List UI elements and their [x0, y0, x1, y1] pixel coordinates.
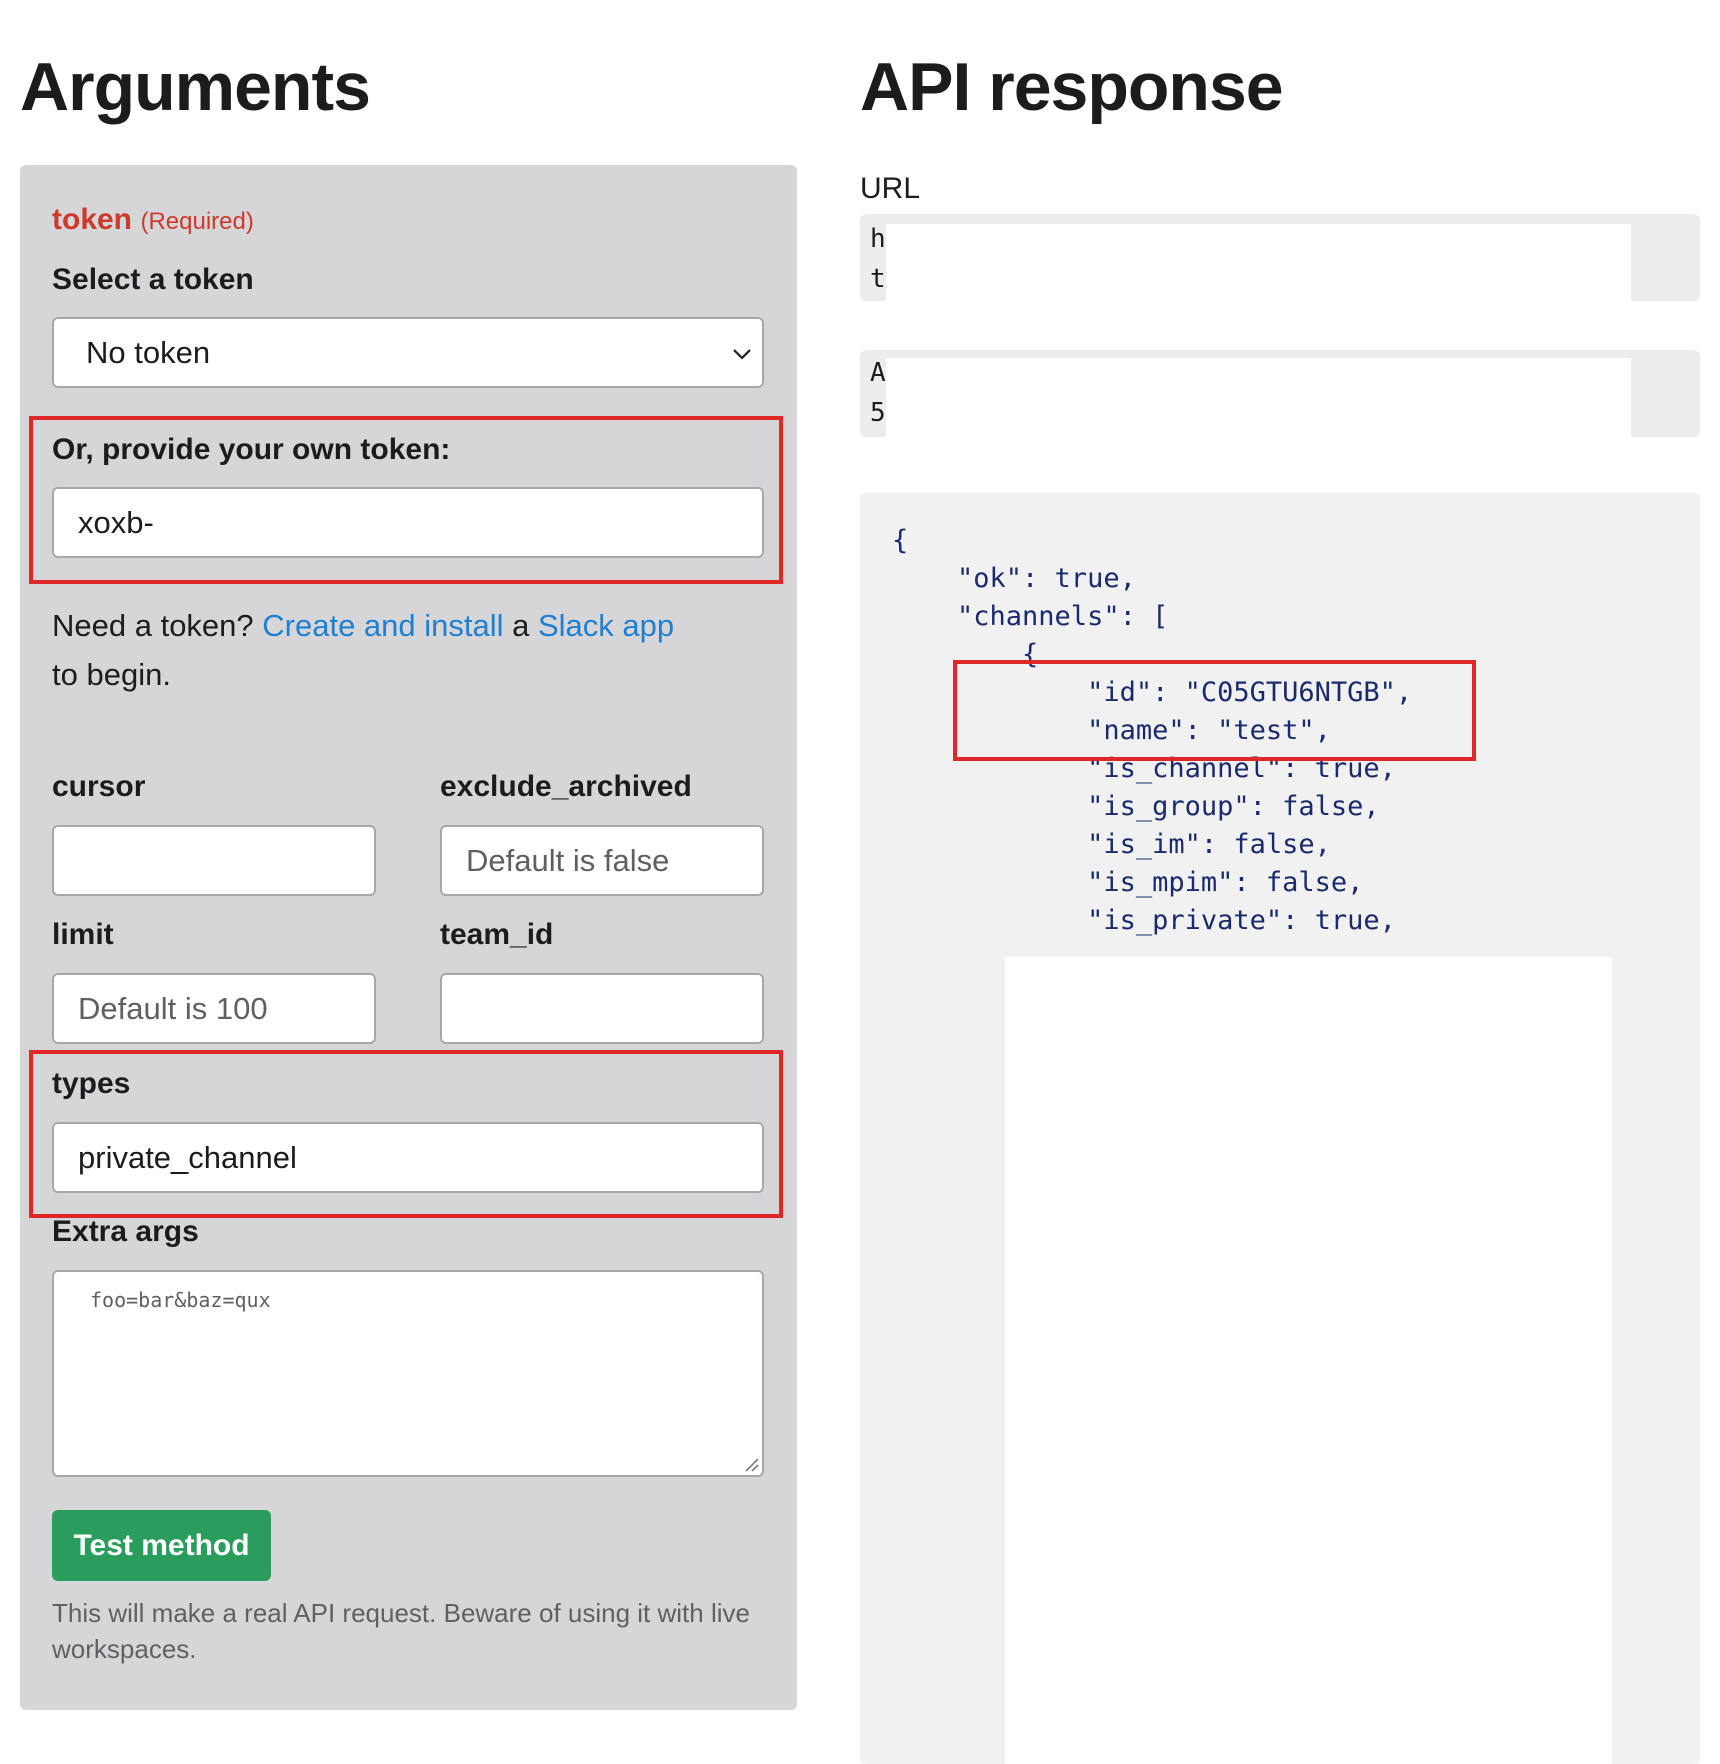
- arguments-panel: token (Required) Select a token No token…: [20, 165, 797, 1710]
- extra-args-label: Extra args: [52, 1215, 199, 1248]
- arguments-heading: Arguments: [20, 49, 371, 125]
- select-token-label: Select a token: [52, 263, 254, 296]
- limit-placeholder: Default is 100: [78, 990, 268, 1026]
- token-name: token: [52, 203, 133, 236]
- json-line: "is_im": false,: [892, 829, 1331, 860]
- url-char-1: h: [870, 224, 886, 254]
- json-line: "is_private": true,: [892, 905, 1396, 936]
- channel-id-name-highlight: [953, 660, 1476, 761]
- api-warning-text: This will make a real API request. Bewar…: [52, 1598, 750, 1664]
- json-line: "is_mpim": false,: [892, 867, 1364, 898]
- auth-redaction: [886, 358, 1631, 437]
- url-char-2: t: [870, 264, 886, 294]
- create-and-install-link[interactable]: Create and install: [262, 608, 503, 643]
- exclude-archived-input[interactable]: Default is false: [440, 825, 764, 896]
- json-line: {: [892, 525, 909, 556]
- cursor-input[interactable]: [52, 825, 376, 896]
- api-response-heading: API response: [860, 49, 1284, 125]
- token-required: (Required): [140, 208, 254, 235]
- json-redaction: [1005, 957, 1612, 1764]
- chevron-down-icon: [733, 349, 751, 360]
- json-line: "is_group": false,: [892, 791, 1380, 822]
- types-highlight: [29, 1050, 783, 1218]
- test-method-button[interactable]: Test method: [52, 1510, 271, 1581]
- team-id-input[interactable]: [440, 973, 764, 1044]
- auth-char-2: 5: [870, 398, 886, 428]
- token-help-text: Need a token? Create and install a Slack…: [52, 608, 675, 692]
- own-token-highlight: [29, 416, 783, 584]
- resize-handle-icon[interactable]: [743, 1456, 759, 1472]
- limit-label: limit: [52, 918, 114, 951]
- url-box: h t: [860, 214, 1700, 301]
- token-select[interactable]: No token: [52, 317, 764, 388]
- exclude-archived-label: exclude_archived: [440, 770, 692, 803]
- extra-args-textarea[interactable]: foo=bar&baz=qux: [52, 1270, 764, 1477]
- test-method-label: Test method: [73, 1528, 250, 1562]
- json-line: "ok": true,: [892, 563, 1136, 594]
- auth-box: A 5: [860, 350, 1700, 437]
- limit-input[interactable]: Default is 100: [52, 973, 376, 1044]
- token-header: token (Required): [52, 203, 254, 237]
- token-select-value: No token: [86, 334, 211, 370]
- url-label: URL: [860, 172, 921, 205]
- cursor-label: cursor: [52, 770, 146, 803]
- team-id-label: team_id: [440, 918, 554, 951]
- slack-app-link[interactable]: Slack app: [538, 608, 674, 643]
- json-line: "channels": [: [892, 601, 1169, 632]
- exclude-archived-placeholder: Default is false: [466, 842, 670, 878]
- url-redaction: [886, 224, 1631, 301]
- auth-char-1: A: [870, 358, 886, 388]
- extra-args-placeholder: foo=bar&baz=qux: [90, 1288, 271, 1312]
